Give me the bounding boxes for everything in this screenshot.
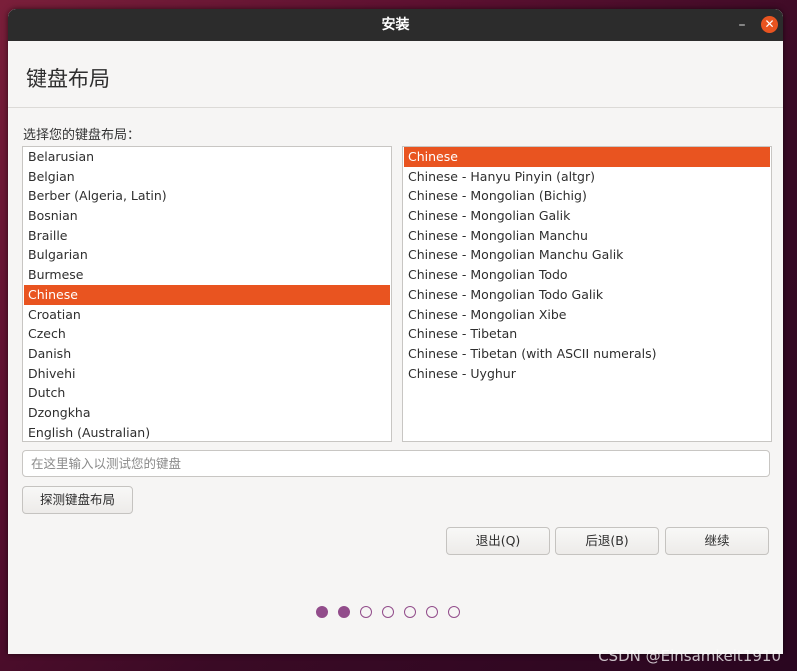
layout-prompt-label: 选择您的键盘布局：: [23, 128, 141, 143]
layout-list-item[interactable]: Bulgarian: [24, 245, 390, 265]
keyboard-test-input[interactable]: [22, 450, 770, 477]
keyboard-layout-list[interactable]: Belarusian Belgian Berber (Algeria, Latin)…: [22, 146, 392, 442]
variant-list-item[interactable]: Chinese - Mongolian Manchu Galik: [404, 245, 770, 265]
variant-list-item[interactable]: Chinese - Mongolian (Bichig): [404, 186, 770, 206]
layout-list-item[interactable]: Croatian: [24, 305, 390, 325]
layout-list-item[interactable]: Bosnian: [24, 206, 390, 226]
layout-list-item[interactable]: Belarusian: [24, 147, 390, 167]
quit-button[interactable]: 退出(Q): [446, 527, 550, 555]
page-header: 键盘布局: [8, 41, 783, 108]
progress-dot: [316, 606, 328, 618]
layout-list-item[interactable]: Berber (Algeria, Latin): [24, 186, 390, 206]
layout-list-item[interactable]: English (Australian): [24, 423, 390, 441]
main-content: 选择您的键盘布局： Belarusian Belgian Berber (Alger…: [8, 108, 783, 654]
variant-list-item[interactable]: Chinese: [404, 147, 770, 167]
progress-dot: [338, 606, 350, 618]
layout-list-item[interactable]: Belgian: [24, 167, 390, 187]
variant-list-item[interactable]: Chinese - Mongolian Todo: [404, 265, 770, 285]
keyboard-variant-list[interactable]: Chinese Chinese - Hanyu Pinyin (altgr) Chi…: [402, 146, 772, 442]
variant-list-item[interactable]: Chinese - Mongolian Manchu: [404, 226, 770, 246]
layout-list-item[interactable]: Braille: [24, 226, 390, 246]
progress-dot: [404, 606, 416, 618]
variant-list-item[interactable]: Chinese - Uyghur: [404, 364, 770, 384]
variant-list-item[interactable]: Chinese - Tibetan (with ASCII numerals): [404, 344, 770, 364]
layout-list-item[interactable]: Chinese: [24, 284, 390, 305]
watermark-text: CSDN @Einsamkeit1910: [598, 647, 781, 665]
installer-window: 安装 – ✕ 键盘布局 选择您的键盘布局： Belarusian Belgian B…: [8, 9, 783, 654]
close-icon[interactable]: ✕: [761, 16, 778, 33]
variant-list-item[interactable]: Chinese - Mongolian Xibe: [404, 305, 770, 325]
layout-list-item[interactable]: Dhivehi: [24, 364, 390, 384]
layout-list-item[interactable]: Dzongkha: [24, 403, 390, 423]
detect-layout-button[interactable]: 探测键盘布局: [22, 486, 133, 514]
variant-list-item[interactable]: Chinese - Mongolian Galik: [404, 206, 770, 226]
layout-list-item[interactable]: Burmese: [24, 265, 390, 285]
progress-dot: [448, 606, 460, 618]
progress-dot: [426, 606, 438, 618]
continue-button[interactable]: 继续: [665, 527, 769, 555]
page-title: 键盘布局: [26, 67, 110, 91]
layout-list-item[interactable]: Dutch: [24, 383, 390, 403]
window-title: 安装: [381, 17, 410, 33]
progress-indicator: [316, 606, 460, 620]
title-bar[interactable]: 安装 – ✕: [8, 9, 783, 41]
progress-dot: [360, 606, 372, 618]
layout-list-item[interactable]: Czech: [24, 324, 390, 344]
variant-list-item[interactable]: Chinese - Mongolian Todo Galik: [404, 285, 770, 305]
variant-list-item[interactable]: Chinese - Hanyu Pinyin (altgr): [404, 167, 770, 187]
progress-dot: [382, 606, 394, 618]
back-button[interactable]: 后退(B): [555, 527, 659, 555]
layout-list-item[interactable]: Danish: [24, 344, 390, 364]
variant-list-item[interactable]: Chinese - Tibetan: [404, 324, 770, 344]
minimize-icon[interactable]: –: [734, 17, 750, 33]
